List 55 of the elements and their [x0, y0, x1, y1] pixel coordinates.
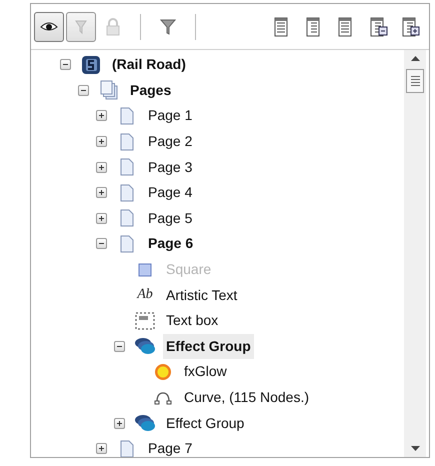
expand-toggle[interactable]	[96, 443, 107, 454]
funnel-pen-icon	[75, 18, 87, 34]
toolbar-separator	[195, 14, 196, 40]
expand-toggle[interactable]	[96, 187, 107, 198]
page-icon	[120, 234, 134, 253]
toolbar-separator	[140, 14, 141, 40]
tree-item[interactable]: Curve, (115 Nodes.)	[181, 385, 312, 410]
tree-item[interactable]: Page 5	[145, 206, 196, 231]
tree-item[interactable]: Page 2	[145, 129, 196, 154]
tree-item[interactable]: Page 4	[145, 180, 196, 206]
expand-toggle[interactable]	[96, 136, 107, 148]
tree-item[interactable]: fxGlow	[181, 359, 230, 384]
pages-icon	[100, 80, 118, 100]
text-box-icon	[135, 312, 155, 330]
toolbar-button[interactable]	[34, 12, 64, 42]
expand-toggle[interactable]	[114, 418, 125, 429]
curve-icon	[154, 390, 172, 405]
funnel-icon	[160, 18, 176, 36]
stacked-discs-icon	[134, 337, 156, 356]
page-icon	[120, 184, 134, 202]
collapse-toggle[interactable]	[96, 238, 107, 250]
eye-icon	[40, 20, 58, 32]
page-icon	[120, 209, 134, 228]
glow-icon	[154, 362, 172, 381]
collapse-list-icon	[370, 16, 388, 36]
tree-item[interactable]: (Rail Road)	[109, 52, 189, 78]
collapse-toggle[interactable]	[78, 84, 89, 96]
lock-icon	[106, 18, 120, 36]
tree-item[interactable]: Text box	[163, 308, 222, 334]
square-icon	[138, 262, 152, 277]
scrollbar[interactable]	[404, 50, 426, 457]
page-icon	[120, 440, 134, 457]
collapse-toggle[interactable]	[114, 340, 125, 352]
tree-item[interactable]: Page 3	[145, 154, 196, 180]
scroll-down-icon[interactable]	[410, 446, 420, 451]
expand-toggle[interactable]	[96, 162, 107, 173]
tree-item[interactable]: Page 7	[145, 436, 196, 457]
expand-toggle[interactable]	[96, 212, 107, 224]
scrollbar-thumb[interactable]	[406, 69, 424, 93]
document-icon	[81, 54, 101, 75]
scroll-up-icon[interactable]	[410, 56, 420, 61]
page-icon	[120, 158, 134, 176]
tree-item[interactable]: Effect Group	[163, 410, 248, 436]
expand-list-icon	[402, 16, 420, 36]
collapse-toggle[interactable]	[60, 59, 71, 70]
tree-item[interactable]: Effect Group	[163, 334, 254, 359]
tree-item[interactable]: Artistic Text	[163, 282, 240, 308]
expand-toggle[interactable]	[96, 110, 107, 122]
page-icon	[120, 132, 134, 151]
tree-item[interactable]: Page 6	[145, 231, 196, 256]
tree-item[interactable]: Pages	[127, 78, 174, 103]
tree-item[interactable]: Page 1	[145, 103, 196, 128]
page-icon	[120, 106, 134, 125]
artistic-text-icon: Ab	[137, 288, 153, 302]
stacked-discs-icon	[134, 414, 156, 432]
